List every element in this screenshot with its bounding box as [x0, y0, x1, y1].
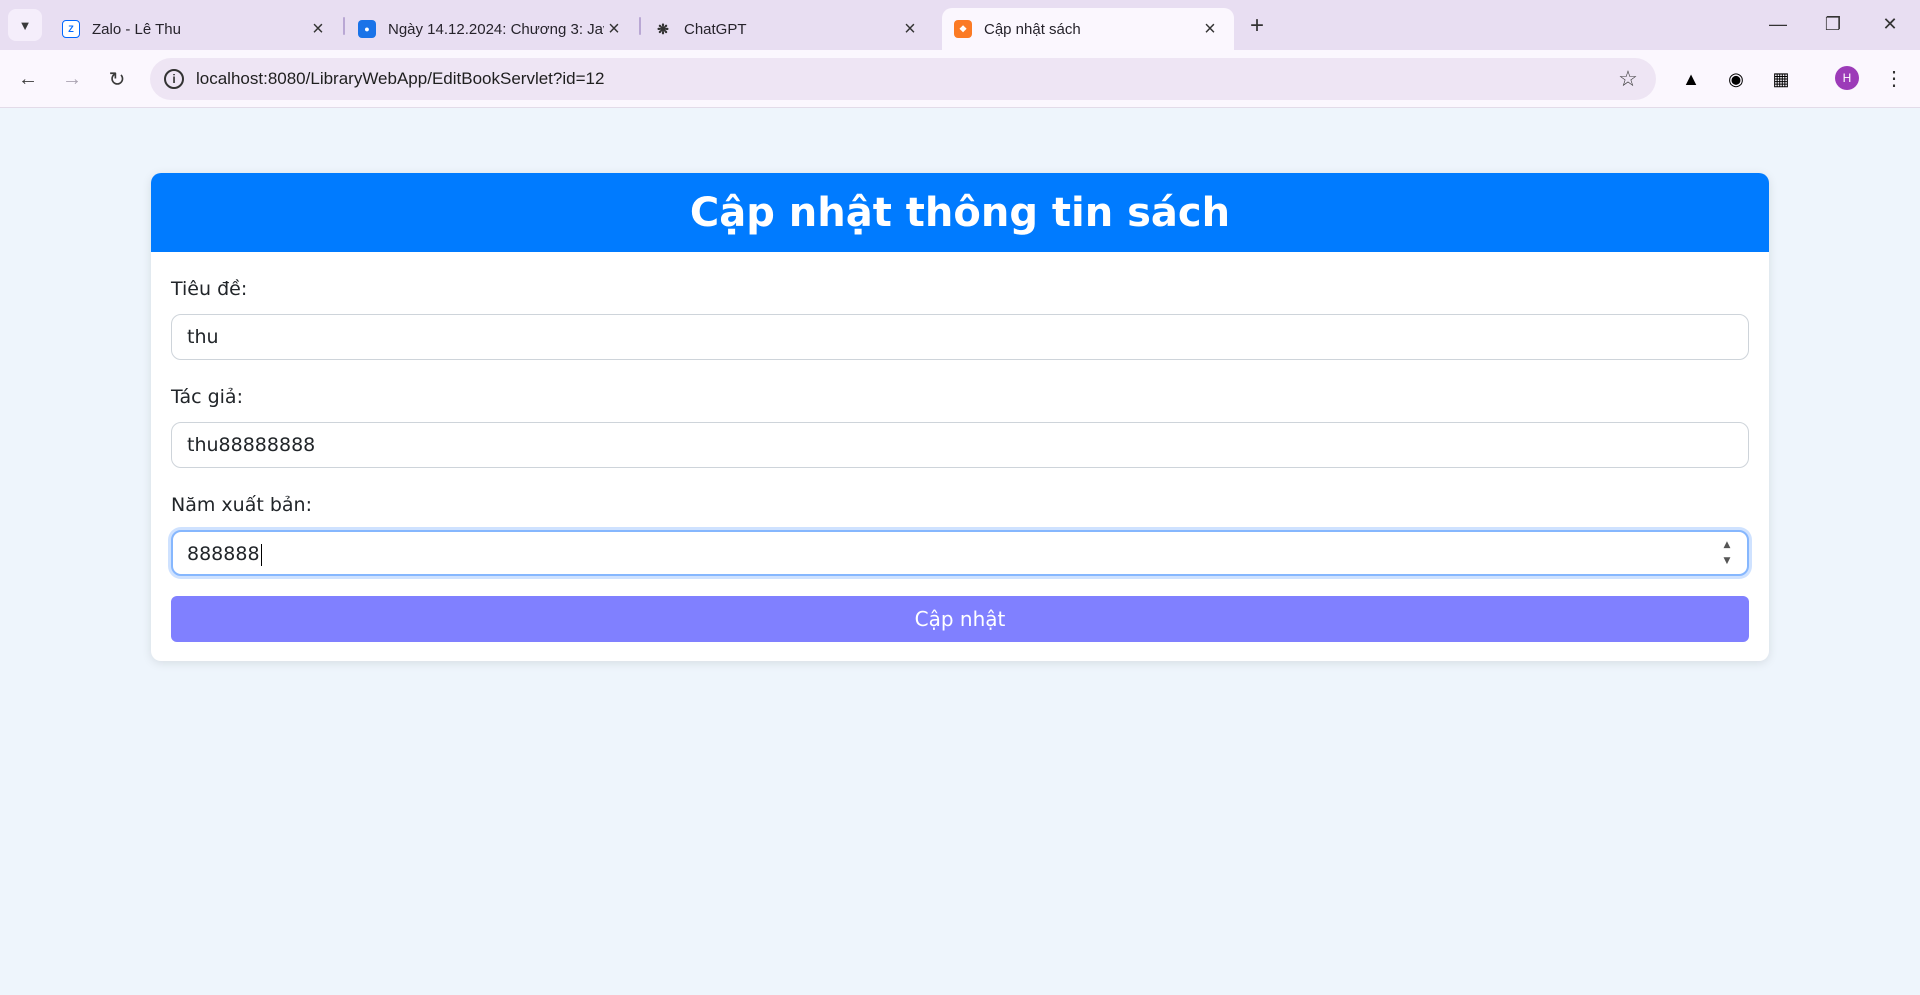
back-icon[interactable]: ←: [12, 63, 44, 95]
new-tab-button[interactable]: +: [1243, 12, 1271, 40]
tab-separator: [343, 17, 345, 35]
edit-book-card: Cập nhật thông tin sách Tiêu đề: thu Tác…: [151, 173, 1769, 661]
close-icon[interactable]: ×: [308, 18, 328, 40]
close-icon[interactable]: ×: [900, 18, 920, 40]
info-icon[interactable]: i: [164, 69, 184, 89]
zalo-icon: Z: [62, 20, 80, 38]
star-icon[interactable]: ☆: [1614, 65, 1642, 93]
tab-chatgpt[interactable]: ❋ ChatGPT ×: [642, 8, 934, 50]
tab-title: Cập nhật sách: [984, 20, 1081, 38]
tab-title: ChatGPT: [684, 20, 747, 38]
url-text[interactable]: localhost:8080/LibraryWebApp/EditBookSer…: [196, 69, 1614, 89]
tab-classroom[interactable]: ● Ngày 14.12.2024: Chương 3: Jav ×: [346, 8, 638, 50]
spinner-up-icon[interactable]: ▲: [1724, 540, 1731, 550]
title-input[interactable]: thu: [171, 314, 1749, 360]
tab-bar: ▼ Z Zalo - Lê Thu × ● Ngày 14.12.2024: C…: [0, 0, 1920, 50]
tab-cap-nhat-sach[interactable]: ❖ Cập nhật sách ×: [942, 8, 1234, 50]
tab-title: Zalo - Lê Thu: [92, 20, 181, 38]
profile-avatar[interactable]: H: [1835, 66, 1859, 90]
close-window-icon[interactable]: ✕: [1870, 8, 1910, 40]
close-icon[interactable]: ×: [1200, 18, 1220, 40]
extension-icon[interactable]: ▲: [1678, 66, 1704, 92]
text-caret: [260, 543, 262, 566]
number-spinner[interactable]: ▲ ▼: [1721, 540, 1733, 566]
update-button[interactable]: Cập nhật: [171, 596, 1749, 642]
classroom-icon: ●: [358, 20, 376, 38]
spinner-down-icon[interactable]: ▼: [1724, 556, 1731, 566]
cookie-icon[interactable]: ◉: [1723, 66, 1749, 92]
forward-icon[interactable]: →: [56, 63, 88, 95]
minimize-icon[interactable]: —: [1758, 8, 1798, 40]
tab-search-button[interactable]: ▼: [8, 9, 42, 41]
reload-icon[interactable]: ↻: [101, 63, 133, 95]
edit-book-form: Tiêu đề: thu Tác giả: thu88888888 Năm xu…: [151, 278, 1769, 642]
year-input-value: 888888: [187, 543, 260, 565]
year-label: Năm xuất bản:: [171, 494, 312, 516]
title-label: Tiêu đề:: [171, 278, 248, 300]
page-title: Cập nhật thông tin sách: [151, 173, 1769, 252]
more-menu-icon[interactable]: ⋮: [1880, 64, 1908, 92]
tab-title: Ngày 14.12.2024: Chương 3: Jav: [388, 20, 604, 38]
close-icon[interactable]: ×: [604, 18, 624, 40]
chatgpt-icon: ❋: [657, 20, 669, 37]
xampp-icon: ❖: [954, 20, 972, 38]
extensions-puzzle-icon[interactable]: ▦: [1768, 66, 1794, 92]
chevron-down-icon: ▼: [18, 17, 32, 33]
tab-separator: [639, 17, 641, 35]
tab-zalo[interactable]: Z Zalo - Lê Thu ×: [50, 8, 342, 50]
address-bar[interactable]: i localhost:8080/LibraryWebApp/EditBookS…: [150, 58, 1656, 100]
year-input[interactable]: 888888 ▲ ▼: [171, 530, 1749, 576]
author-label: Tác giả:: [171, 386, 243, 408]
author-input[interactable]: thu88888888: [171, 422, 1749, 468]
browser-toolbar: ← → ↻ i localhost:8080/LibraryWebApp/Edi…: [0, 50, 1920, 108]
restore-icon[interactable]: ❐: [1813, 8, 1853, 40]
